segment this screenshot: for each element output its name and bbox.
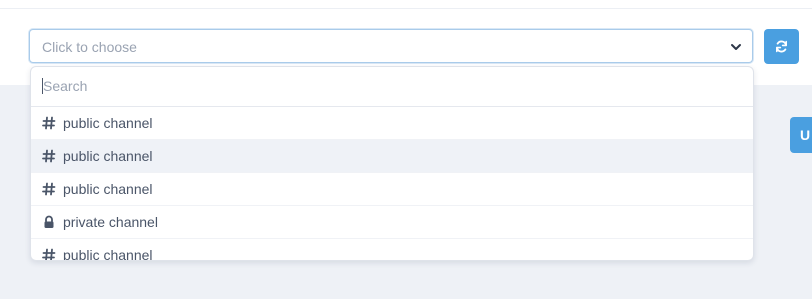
option-item[interactable]: public channel xyxy=(31,173,753,206)
option-item[interactable]: public channel xyxy=(31,107,753,140)
refresh-button[interactable] xyxy=(764,29,799,64)
option-label: public channel xyxy=(63,148,153,164)
option-item[interactable]: public channel xyxy=(31,140,753,173)
text-caret xyxy=(42,78,43,94)
hash-icon xyxy=(42,149,56,163)
channel-select[interactable]: Click to choose xyxy=(29,29,753,63)
hash-icon xyxy=(42,248,56,260)
option-item[interactable]: public channel xyxy=(31,239,753,261)
lock-icon xyxy=(42,215,56,229)
hash-icon xyxy=(42,182,56,196)
option-item[interactable]: private channel xyxy=(31,206,753,239)
top-divider xyxy=(0,8,812,9)
chevron-down-icon xyxy=(731,44,741,50)
select-dropdown: public channel public channel public chann… xyxy=(30,66,754,261)
refresh-icon xyxy=(776,40,787,53)
background-button[interactable]: U xyxy=(790,117,812,153)
option-label: public channel xyxy=(63,181,153,197)
option-label: public channel xyxy=(63,115,153,131)
option-label: public channel xyxy=(63,247,153,261)
select-placeholder: Click to choose xyxy=(42,39,137,55)
hash-icon xyxy=(42,116,56,130)
options-list: public channel public channel public chann… xyxy=(31,107,753,261)
search-input[interactable] xyxy=(41,75,735,97)
option-label: private channel xyxy=(63,214,158,230)
